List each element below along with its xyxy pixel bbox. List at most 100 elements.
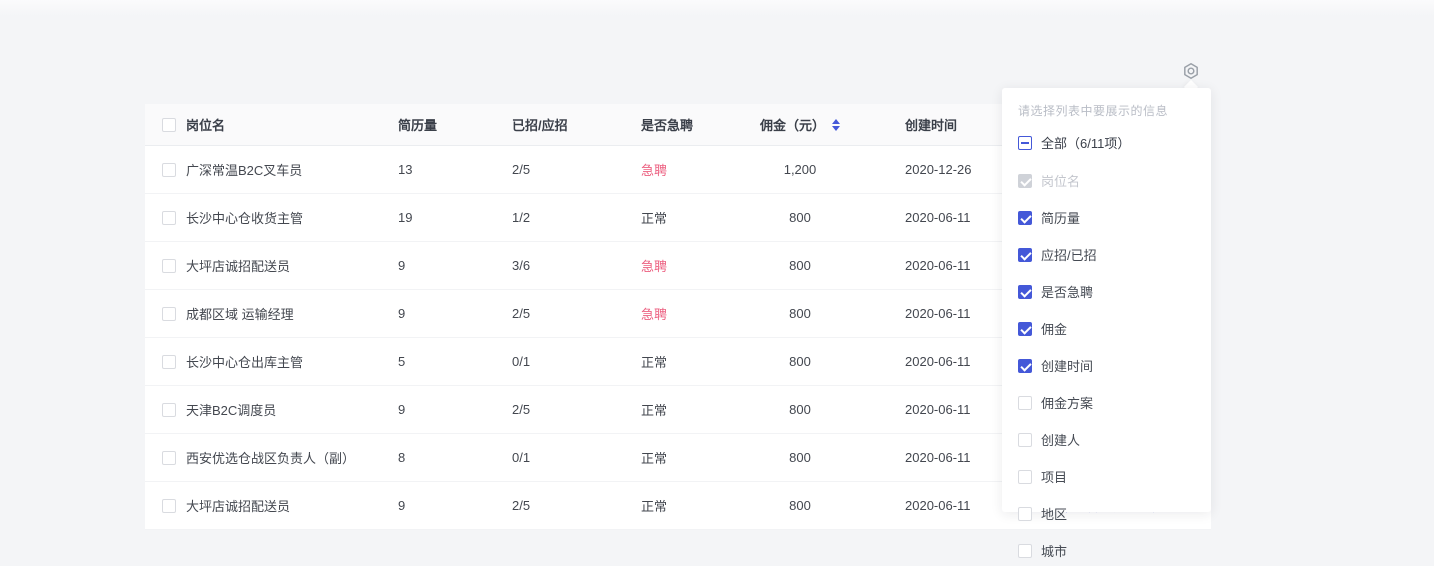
row-checkbox[interactable] xyxy=(162,307,176,321)
cell-position-name: 大坪店诚招配送员 xyxy=(186,256,398,275)
column-option-label: 岗位名 xyxy=(1041,171,1080,190)
cell-resume-count: 9 xyxy=(398,258,512,273)
column-header-commission: 佣金（元） xyxy=(755,115,845,134)
column-header-hired: 已招/应招 xyxy=(512,115,641,134)
cell-resume-count: 9 xyxy=(398,498,512,513)
cell-hired-ratio: 3/6 xyxy=(512,258,641,273)
column-option-checkbox[interactable] xyxy=(1018,544,1032,558)
column-header-resumes: 简历量 xyxy=(398,115,512,134)
row-checkbox[interactable] xyxy=(162,259,176,273)
cell-urgent-status: 正常 xyxy=(641,400,755,419)
row-checkbox[interactable] xyxy=(162,163,176,177)
cell-resume-count: 8 xyxy=(398,450,512,465)
cell-position-name: 大坪店诚招配送员 xyxy=(186,496,398,515)
cell-urgent-status: 正常 xyxy=(641,496,755,515)
column-option-label: 项目 xyxy=(1041,467,1067,486)
cell-commission: 1,200 xyxy=(755,162,845,177)
cell-urgent-status: 急聘 xyxy=(641,256,755,275)
cell-commission: 800 xyxy=(755,354,845,369)
cell-position-name: 长沙中心仓出库主管 xyxy=(186,352,398,371)
column-options-list: 岗位名 简历量 应招/已招 是否急聘 佣金 创建时间 佣金方案 创建人 项目 地… xyxy=(1018,171,1195,560)
panel-title: 请选择列表中要展示的信息 xyxy=(1018,102,1195,119)
column-option-checkbox[interactable] xyxy=(1018,359,1032,373)
cell-hired-ratio: 2/5 xyxy=(512,402,641,417)
indeterminate-checkbox-icon[interactable] xyxy=(1018,136,1032,150)
column-settings-gear-button[interactable] xyxy=(1182,62,1200,80)
cell-position-name: 长沙中心仓收货主管 xyxy=(186,208,398,227)
column-option-label: 创建人 xyxy=(1041,430,1080,449)
column-option[interactable]: 地区 xyxy=(1018,504,1195,523)
cell-created-date: 2020-06-11 xyxy=(845,306,1010,321)
column-option-label: 地区 xyxy=(1041,504,1067,523)
row-checkbox[interactable] xyxy=(162,403,176,417)
cell-position-name: 广深常温B2C叉车员 xyxy=(186,160,398,179)
column-option-label: 应招/已招 xyxy=(1041,245,1097,264)
column-header-urgent: 是否急聘 xyxy=(641,115,755,134)
cell-commission: 800 xyxy=(755,402,845,417)
cell-created-date: 2020-06-11 xyxy=(845,450,1010,465)
cell-resume-count: 19 xyxy=(398,210,512,225)
column-option-checkbox[interactable] xyxy=(1018,396,1032,410)
gear-icon xyxy=(1182,62,1200,80)
column-option-label: 佣金 xyxy=(1041,319,1067,338)
cell-created-date: 2020-06-11 xyxy=(845,258,1010,273)
cell-created-date: 2020-06-11 xyxy=(845,402,1010,417)
row-checkbox[interactable] xyxy=(162,499,176,513)
column-option-checkbox[interactable] xyxy=(1018,248,1032,262)
cell-created-date: 2020-06-11 xyxy=(845,210,1010,225)
select-all-columns-option[interactable]: 全部（6/11项） xyxy=(1018,133,1195,152)
column-option-label: 简历量 xyxy=(1041,208,1080,227)
cell-hired-ratio: 1/2 xyxy=(512,210,641,225)
column-option-label: 是否急聘 xyxy=(1041,282,1093,301)
cell-hired-ratio: 2/5 xyxy=(512,498,641,513)
column-settings-panel: 请选择列表中要展示的信息 全部（6/11项） 岗位名 简历量 应招/已招 是否急… xyxy=(1002,88,1211,512)
column-option[interactable]: 项目 xyxy=(1018,467,1195,486)
column-option[interactable]: 岗位名 xyxy=(1018,171,1195,190)
column-option[interactable]: 创建时间 xyxy=(1018,356,1195,375)
cell-created-date: 2020-06-11 xyxy=(845,498,1010,513)
cell-resume-count: 5 xyxy=(398,354,512,369)
cell-urgent-status: 正常 xyxy=(641,208,755,227)
cell-urgent-status: 正常 xyxy=(641,352,755,371)
select-all-rows-checkbox[interactable] xyxy=(162,118,176,132)
column-option-checkbox[interactable] xyxy=(1018,470,1032,484)
column-option[interactable]: 佣金方案 xyxy=(1018,393,1195,412)
row-checkbox[interactable] xyxy=(162,451,176,465)
column-option[interactable]: 佣金 xyxy=(1018,319,1195,338)
sort-caret-icon[interactable] xyxy=(832,119,840,131)
cell-resume-count: 9 xyxy=(398,306,512,321)
cell-commission: 800 xyxy=(755,258,845,273)
column-option-label: 创建时间 xyxy=(1041,356,1093,375)
cell-position-name: 成都区域 运输经理 xyxy=(186,304,398,323)
column-option-label: 佣金方案 xyxy=(1041,393,1093,412)
cell-commission: 800 xyxy=(755,450,845,465)
cell-resume-count: 13 xyxy=(398,162,512,177)
column-option-checkbox[interactable] xyxy=(1018,322,1032,336)
sort-descending-icon xyxy=(832,126,840,131)
column-option-checkbox[interactable] xyxy=(1018,174,1032,188)
column-option[interactable]: 是否急聘 xyxy=(1018,282,1195,301)
column-option-checkbox[interactable] xyxy=(1018,211,1032,225)
column-option-checkbox[interactable] xyxy=(1018,433,1032,447)
sort-ascending-icon xyxy=(832,119,840,124)
row-checkbox[interactable] xyxy=(162,355,176,369)
column-option[interactable]: 城市 xyxy=(1018,541,1195,560)
cell-position-name: 天津B2C调度员 xyxy=(186,400,398,419)
column-option[interactable]: 应招/已招 xyxy=(1018,245,1195,264)
row-checkbox[interactable] xyxy=(162,211,176,225)
select-all-label: 全部（6/11项） xyxy=(1041,133,1130,152)
cell-hired-ratio: 0/1 xyxy=(512,354,641,369)
cell-hired-ratio: 2/5 xyxy=(512,306,641,321)
cell-hired-ratio: 0/1 xyxy=(512,450,641,465)
cell-hired-ratio: 2/5 xyxy=(512,162,641,177)
cell-commission: 800 xyxy=(755,498,845,513)
cell-created-date: 2020-12-26 xyxy=(845,162,1010,177)
column-option[interactable]: 简历量 xyxy=(1018,208,1195,227)
column-option-checkbox[interactable] xyxy=(1018,285,1032,299)
column-option[interactable]: 创建人 xyxy=(1018,430,1195,449)
cell-urgent-status: 急聘 xyxy=(641,304,755,323)
column-header-created: 创建时间 xyxy=(845,115,1010,134)
cell-resume-count: 9 xyxy=(398,402,512,417)
column-header-name: 岗位名 xyxy=(186,115,398,134)
column-option-checkbox[interactable] xyxy=(1018,507,1032,521)
